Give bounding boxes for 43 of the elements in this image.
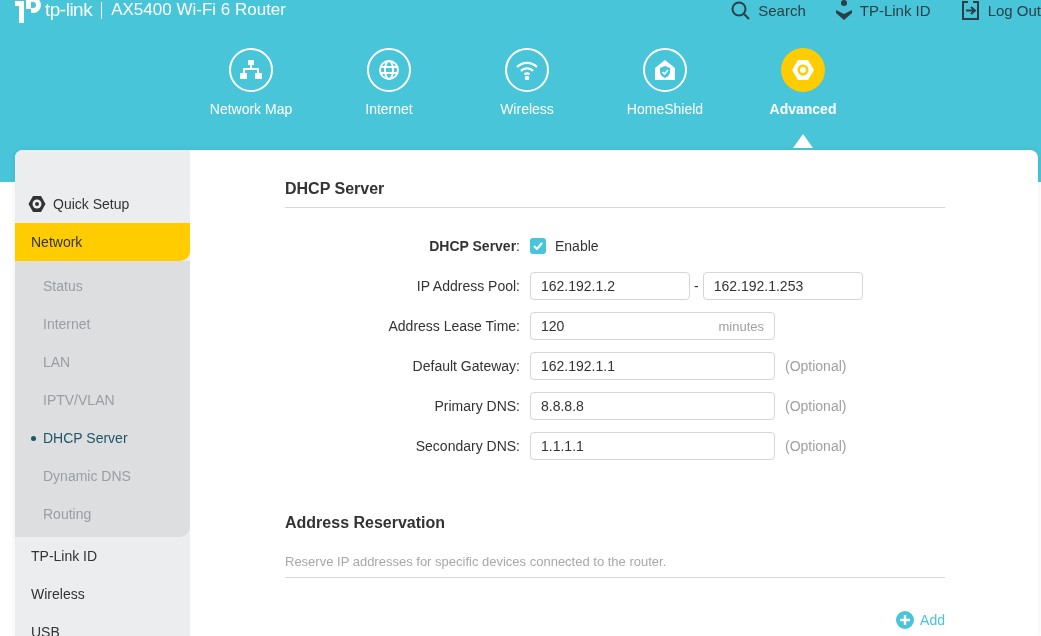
plus-icon: [896, 611, 915, 629]
sidebar-item[interactable]: TP-Link ID: [15, 537, 190, 575]
input-field[interactable]: 8.8.8.8: [530, 392, 775, 420]
gear-icon: [791, 58, 815, 82]
section-title: Address Reservation: [285, 514, 447, 532]
sidebar-item[interactable]: Wireless: [15, 575, 190, 613]
network-map-icon: [240, 60, 262, 80]
sidebar-item[interactable]: Network: [15, 223, 190, 261]
input-field[interactable]: 162.192.1.1: [530, 352, 775, 380]
optional-note: (Optional): [785, 438, 847, 454]
field-label: Secondary DNS:: [414, 438, 521, 454]
search-icon: [731, 0, 751, 20]
section-description: Reserve IP addresses for specific devices connected to the router.: [285, 554, 945, 578]
wifi-icon: [515, 60, 539, 80]
brand-name: tp-link: [45, 0, 93, 21]
logout-icon: [960, 0, 980, 20]
field-label: DHCP Server:: [428, 238, 521, 254]
field-label: Primary DNS:: [433, 398, 521, 414]
sidebar-item[interactable]: Quick Setup: [15, 185, 190, 223]
input-field[interactable]: 120 minutes: [530, 312, 775, 340]
field-label: IP Address Pool:: [415, 278, 521, 294]
header-link[interactable]: Log Out: [960, 0, 1041, 20]
field-label: Address Lease Time:: [387, 318, 521, 334]
input-field[interactable]: 162.192.1.2: [530, 272, 690, 300]
header-link[interactable]: TP-Link ID: [835, 0, 931, 20]
optional-note: (Optional): [785, 398, 847, 414]
header-link[interactable]: Search: [731, 0, 806, 20]
globe-icon: [378, 59, 400, 81]
shield-house-icon: [654, 59, 676, 81]
product-title: AX5400 Wi-Fi 6 Router: [111, 0, 286, 20]
range-separator: -: [694, 278, 699, 294]
input-field[interactable]: 162.192.1.253: [702, 272, 863, 300]
gear-icon: [28, 195, 46, 213]
logo-icon: [15, 0, 41, 23]
check-icon: [533, 242, 543, 250]
optional-note: (Optional): [785, 358, 847, 374]
checkbox[interactable]: [530, 238, 546, 254]
submenu-item[interactable]: DHCP Server: [15, 419, 190, 457]
field-label: Default Gateway:: [411, 358, 521, 374]
input-field[interactable]: 1.1.1.1: [530, 432, 775, 460]
section-title: DHCP Server: [285, 180, 945, 208]
checkbox-label: Enable: [555, 238, 599, 254]
person-icon: [835, 0, 852, 20]
